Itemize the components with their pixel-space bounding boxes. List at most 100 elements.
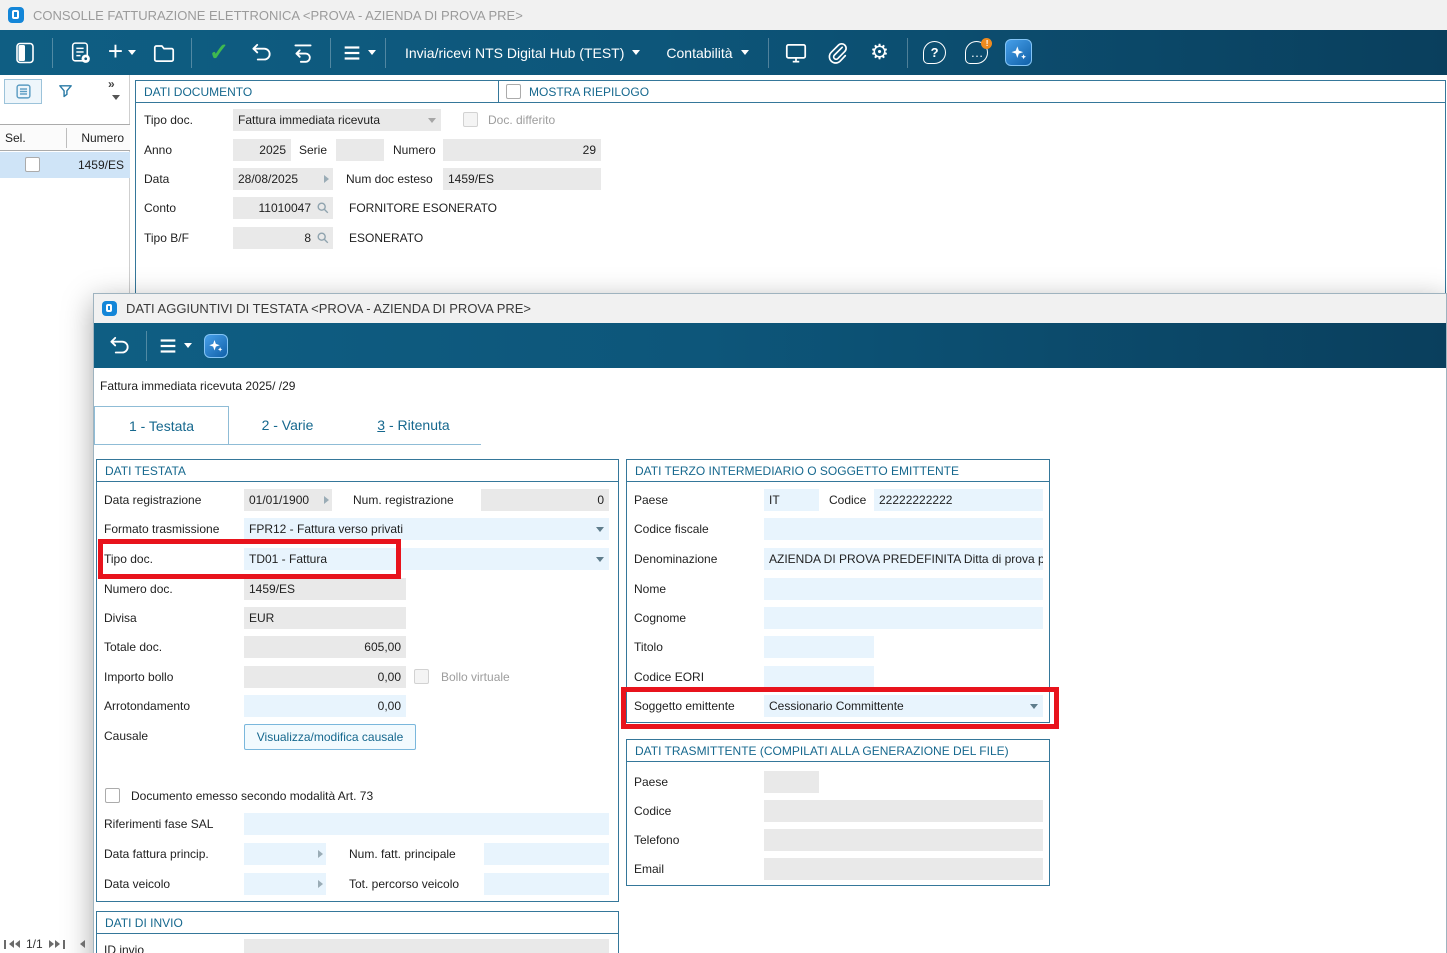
chevron-down-icon	[632, 50, 640, 55]
sidebar-tab-list[interactable]	[4, 79, 42, 104]
attachment-button[interactable]	[817, 34, 859, 72]
arrotondamento-field[interactable]: 0,00	[244, 695, 406, 717]
titolo-label: Titolo	[634, 636, 663, 658]
row-select-checkbox[interactable]	[25, 157, 40, 172]
first-page-button[interactable]	[4, 940, 20, 949]
totale-doc-field: 605,00	[244, 636, 406, 658]
tab-testata[interactable]: 1 - Testata	[94, 406, 229, 444]
copilot-sparkle-icon	[1005, 39, 1032, 66]
riferimenti-sal-label: Riferimenti fase SAL	[104, 813, 213, 835]
terzo-paese-field[interactable]: IT	[764, 489, 819, 511]
soggetto-emittente-select[interactable]: Cessionario Committente	[764, 695, 1043, 717]
open-folder-button[interactable]	[143, 34, 185, 72]
dialog-titlebar: DATI AGGIUNTIVI DI TESTATA <PROVA - AZIE…	[94, 294, 1446, 323]
tab-varie[interactable]: 2 - Varie	[229, 406, 346, 444]
undo-all-button[interactable]	[282, 34, 324, 72]
monitor-button[interactable]	[775, 34, 817, 72]
causale-button[interactable]: Visualizza/modifica causale	[244, 724, 416, 750]
sidebar-overflow-button[interactable]: »	[108, 77, 115, 91]
dropdown-arrow-icon	[596, 557, 604, 562]
data-fattura-princip-label: Data fattura princip.	[104, 843, 209, 865]
trasm-codice-label: Codice	[634, 800, 671, 822]
tipo-bf-label: Tipo B/F	[144, 227, 189, 249]
arrotondamento-label: Arrotondamento	[104, 695, 190, 717]
num-fatt-principale-label: Num. fatt. principale	[349, 843, 456, 865]
trasm-telefono-label: Telefono	[634, 829, 679, 851]
titolo-field[interactable]	[764, 636, 874, 658]
toolbar-separator	[385, 38, 386, 68]
toolbar-separator	[146, 331, 147, 361]
sidebar-overflow-caret-icon[interactable]	[112, 95, 120, 100]
data-veicolo-field[interactable]	[244, 873, 326, 895]
formato-trasmissione-label: Formato trasmissione	[104, 518, 219, 540]
chat-ellipsis: …	[971, 45, 983, 60]
hamburger-icon	[157, 335, 179, 357]
nome-field[interactable]	[764, 578, 1043, 600]
header-divider	[498, 81, 499, 103]
grid-header-sel[interactable]: Sel.	[5, 127, 26, 149]
hscroll-left-button[interactable]	[80, 940, 85, 948]
num-fatt-principale-field[interactable]	[484, 843, 609, 865]
confirm-button[interactable]: ✓	[198, 34, 240, 72]
lookup-magnifier-icon[interactable]	[316, 201, 330, 215]
art73-checkbox[interactable]	[105, 788, 120, 803]
paperclip-icon	[825, 40, 850, 65]
gear-icon: ⚙	[870, 42, 889, 63]
undo-icon	[106, 333, 132, 359]
lookup-magnifier-icon[interactable]	[316, 231, 330, 245]
hub-menu-label: Invia/ricevi NTS Digital Hub (TEST)	[405, 45, 624, 61]
page-indicator: 1/1	[26, 937, 43, 951]
trasm-paese-label: Paese	[634, 771, 668, 793]
notifications-button[interactable]: … !	[956, 34, 998, 72]
terzo-codice-field[interactable]: 22222222222	[874, 489, 1043, 511]
trasm-codice-field	[764, 800, 1043, 822]
tab-ritenuta[interactable]: 3 - Ritenuta	[346, 406, 481, 444]
formato-trasmissione-select[interactable]: FPR12 - Fattura verso privati	[244, 518, 609, 540]
conto-field: 11010047	[233, 197, 333, 219]
num-doc-esteso-label: Num doc esteso	[346, 168, 433, 190]
serie-field	[336, 139, 384, 161]
new-document-button[interactable]: +	[101, 34, 143, 72]
codice-eori-field[interactable]	[764, 666, 874, 688]
num-registrazione-label: Num. registrazione	[353, 489, 454, 511]
conto-label: Conto	[144, 197, 176, 219]
grid-row[interactable]: 1459/ES	[0, 152, 130, 178]
dati-aggiuntivi-dialog: DATI AGGIUNTIVI DI TESTATA <PROVA - AZIE…	[93, 293, 1447, 953]
grid-header-numero[interactable]: Numero	[81, 127, 124, 149]
tipo-doc-dialog-select[interactable]: TD01 - Fattura	[244, 548, 609, 570]
numero-field: 29	[443, 139, 601, 161]
folder-icon	[151, 40, 177, 66]
dialog-copilot-button[interactable]	[195, 327, 237, 365]
main-titlebar: CONSOLLE FATTURAZIONE ELETTRONICA <PROVA…	[0, 0, 1447, 30]
data-veicolo-label: Data veicolo	[104, 873, 170, 895]
mostra-riepilogo-checkbox[interactable]	[506, 84, 521, 99]
main-menu-button[interactable]	[337, 34, 379, 72]
settings-button[interactable]: ⚙	[859, 34, 901, 72]
data-label: Data	[144, 168, 169, 190]
hub-menu[interactable]: Invia/ricevi NTS Digital Hub (TEST)	[392, 34, 653, 72]
monitor-icon	[783, 40, 809, 66]
sidebar-tab-filter[interactable]	[46, 79, 84, 104]
dialog-menu-button[interactable]	[153, 327, 195, 365]
riferimenti-sal-field[interactable]	[244, 813, 609, 835]
data-fattura-princip-field[interactable]	[244, 843, 326, 865]
document-list-button[interactable]	[59, 34, 101, 72]
dialog-undo-button[interactable]	[98, 327, 140, 365]
serie-label: Serie	[299, 139, 327, 161]
conto-desc: FORNITORE ESONERATO	[349, 197, 497, 219]
contabilita-menu[interactable]: Contabilità	[653, 34, 761, 72]
grid-header-divider	[66, 128, 67, 148]
tot-percorso-veicolo-field[interactable]	[484, 873, 609, 895]
list-icon	[15, 83, 32, 100]
denominazione-field[interactable]: AZIENDA DI PROVA PREDEFINITA Ditta di pr…	[764, 548, 1043, 570]
undo-button[interactable]	[240, 34, 282, 72]
copilot-button[interactable]	[998, 34, 1040, 72]
help-button[interactable]: ?	[914, 34, 956, 72]
codice-fiscale-field[interactable]	[764, 518, 1043, 540]
cognome-field[interactable]	[764, 607, 1043, 629]
dati-documento-title: DATI DOCUMENTO	[144, 85, 252, 99]
sidebar-toggle-button[interactable]	[4, 34, 46, 72]
last-page-button[interactable]	[49, 940, 65, 949]
tipo-bf-desc: ESONERATO	[349, 227, 423, 249]
dati-terzo-title: DATI TERZO INTERMEDIARIO O SOGGETTO EMIT…	[635, 464, 959, 478]
